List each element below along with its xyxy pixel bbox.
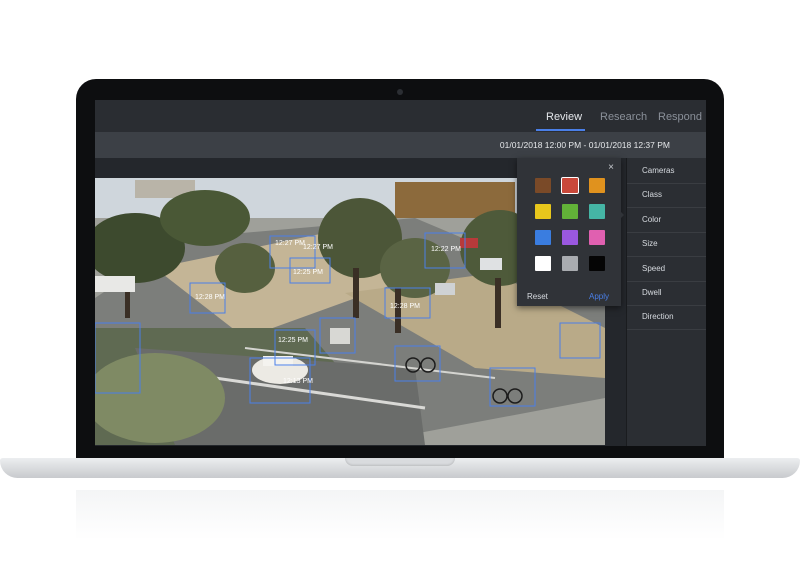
filter-size[interactable]: Size [627,232,706,257]
filter-sidebar: Cameras Class Color Size Speed Dwell Dir… [626,158,706,446]
color-swatch[interactable] [535,256,551,271]
filter-label: Direction [642,312,674,321]
apply-button[interactable]: Apply [589,292,609,301]
color-swatch[interactable] [535,178,551,193]
close-icon[interactable]: × [608,162,614,173]
timestamp-label: 12:28 PM [195,294,225,301]
color-swatch[interactable] [589,230,605,245]
laptop-reflection [76,490,724,540]
filter-label: Size [642,239,658,248]
color-swatch[interactable] [562,230,578,245]
color-swatch[interactable] [561,177,579,194]
filter-direction[interactable]: Direction [627,305,706,330]
date-range-text[interactable]: 01/01/2018 12:00 PM - 01/01/2018 12:37 P… [500,140,670,150]
webcam [397,89,403,95]
timestamp-label: 12:28 PM [390,303,420,310]
tab-review[interactable]: Review [546,111,582,123]
filter-label: Cameras [642,166,675,175]
filter-color[interactable]: Color [627,208,706,233]
filter-class[interactable]: Class [627,183,706,208]
timestamp-label: 12:27 PM [303,244,333,251]
reset-button[interactable]: Reset [527,292,548,301]
color-picker-popup: × Reset Apply [517,158,621,306]
tab-research[interactable]: Research [600,111,647,123]
color-swatch[interactable] [535,230,551,245]
filter-dwell[interactable]: Dwell [627,281,706,306]
timestamp-label: 12:13 PM [283,378,313,385]
filter-label: Speed [642,264,666,273]
filter-cameras[interactable]: Cameras [627,159,706,184]
color-swatch[interactable] [562,204,578,219]
top-nav: Review Research Respond [95,100,706,132]
laptop-notch [345,458,455,466]
app-screen: Review Research Respond 01/01/2018 12:00… [95,100,706,446]
color-swatch[interactable] [562,256,578,271]
filter-label: Class [642,190,663,199]
date-range-bar: 01/01/2018 12:00 PM - 01/01/2018 12:37 P… [95,132,706,158]
filter-label: Dwell [642,288,662,297]
popup-pointer [619,210,624,220]
tab-respond[interactable]: Respond [658,111,702,123]
color-swatch[interactable] [589,256,605,271]
color-swatch[interactable] [589,204,605,219]
color-swatch[interactable] [589,178,605,193]
timestamp-label: 12:22 PM [431,246,461,253]
timestamp-label: 12:25 PM [293,269,323,276]
filter-speed[interactable]: Speed [627,257,706,282]
color-swatch[interactable] [535,204,551,219]
timestamp-label: 12:25 PM [278,337,308,344]
filter-label: Color [642,215,662,224]
timestamp-label: 12:27 PM [275,240,305,247]
active-tab-indicator [536,129,585,131]
